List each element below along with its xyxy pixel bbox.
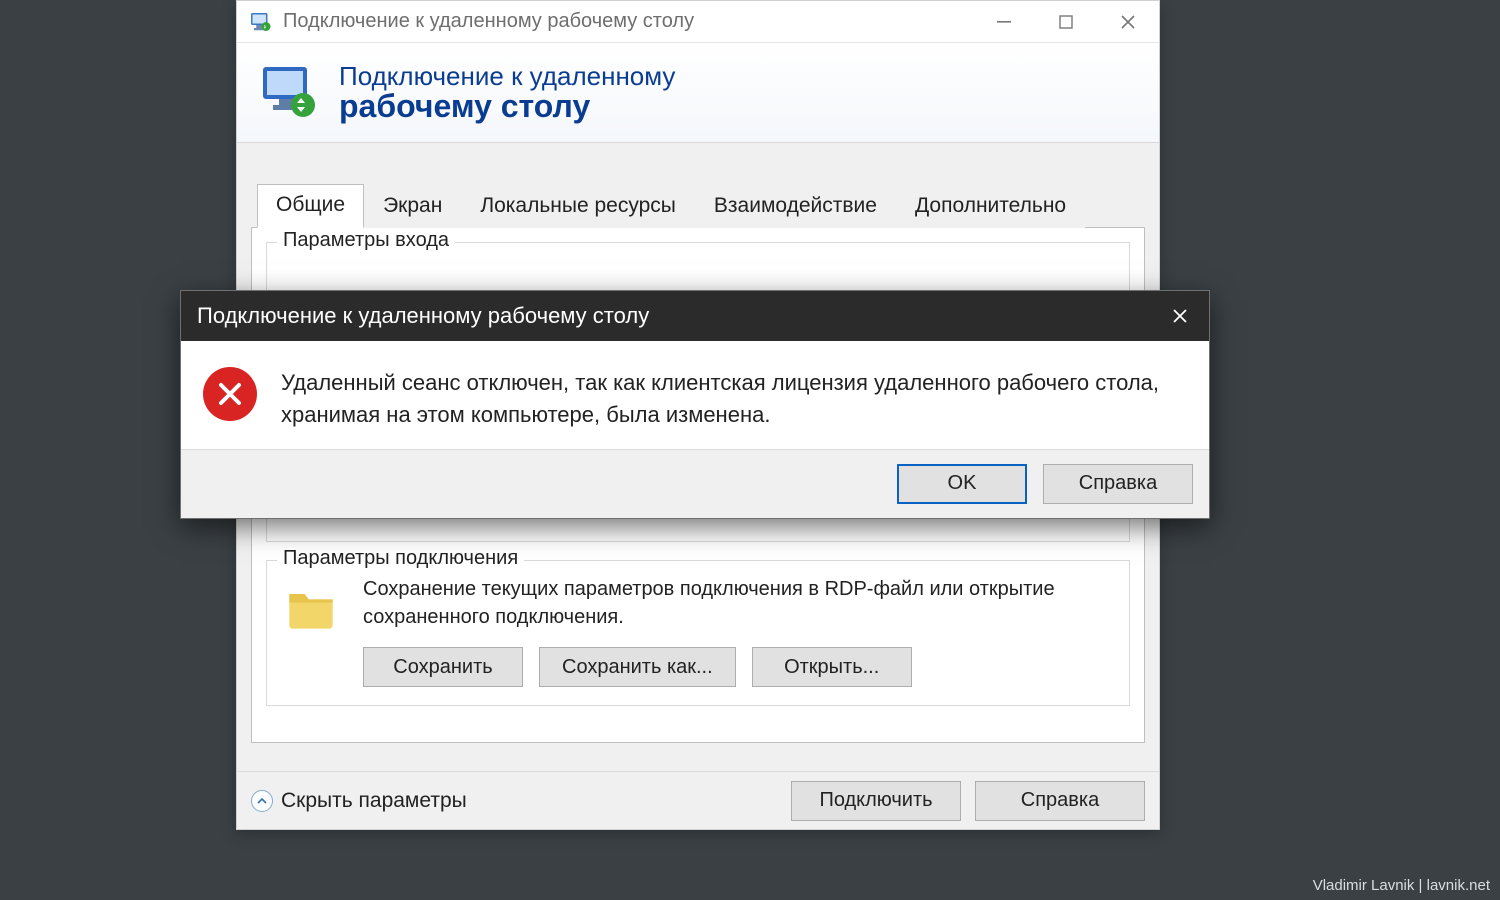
tab-local-res[interactable]: Локальные ресурсы: [461, 185, 695, 228]
maximize-button[interactable]: [1035, 1, 1097, 43]
window-title: Подключение к удаленному рабочему столу: [283, 10, 694, 33]
dialog-close-button[interactable]: [1151, 291, 1209, 341]
tab-experience[interactable]: Взаимодействие: [695, 185, 896, 228]
connection-group: Параметры подключения Сохранение текущих…: [266, 560, 1130, 706]
hide-params-label: Скрыть параметры: [281, 789, 467, 813]
connect-button[interactable]: Подключить: [791, 781, 961, 821]
bottom-bar: Скрыть параметры Подключить Справка: [237, 771, 1159, 829]
connection-group-title: Параметры подключения: [277, 547, 524, 570]
banner-text: Подключение к удаленному рабочему столу: [339, 61, 675, 125]
banner-line1: Подключение к удаленному: [339, 61, 675, 92]
close-button[interactable]: [1097, 1, 1159, 43]
dialog-footer: OK Справка: [181, 449, 1209, 518]
chevron-up-icon: [251, 790, 273, 812]
tab-advanced[interactable]: Дополнительно: [896, 185, 1085, 228]
rdp-banner-icon: [257, 61, 321, 125]
tab-strip: Общие Экран Локальные ресурсы Взаимодейс…: [257, 183, 1145, 227]
folder-icon: [281, 575, 341, 633]
error-icon: [203, 367, 257, 421]
login-group-title: Параметры входа: [277, 229, 455, 252]
save-button[interactable]: Сохранить: [363, 647, 523, 687]
titlebar: Подключение к удаленному рабочему столу: [237, 1, 1159, 43]
open-button[interactable]: Открыть...: [752, 647, 912, 687]
dialog-titlebar: Подключение к удаленному рабочему столу: [181, 291, 1209, 341]
hide-params-toggle[interactable]: Скрыть параметры: [251, 789, 467, 813]
watermark: Vladimir Lavnik | lavnik.net: [1313, 877, 1490, 894]
banner: Подключение к удаленному рабочему столу: [237, 43, 1159, 143]
help-button-main[interactable]: Справка: [975, 781, 1145, 821]
dialog-ok-button[interactable]: OK: [897, 464, 1027, 504]
error-dialog: Подключение к удаленному рабочему столу …: [180, 290, 1210, 519]
banner-line2: рабочему столу: [339, 88, 675, 125]
rdp-app-icon: [247, 9, 273, 35]
save-as-button[interactable]: Сохранить как...: [539, 647, 736, 687]
dialog-message: Удаленный сеанс отключен, так как клиент…: [281, 367, 1181, 431]
dialog-title: Подключение к удаленному рабочему столу: [197, 303, 649, 329]
connection-desc: Сохранение текущих параметров подключени…: [363, 575, 1115, 631]
tab-general[interactable]: Общие: [257, 184, 364, 228]
minimize-button[interactable]: [973, 1, 1035, 43]
tab-display[interactable]: Экран: [364, 185, 461, 228]
dialog-help-button[interactable]: Справка: [1043, 464, 1193, 504]
